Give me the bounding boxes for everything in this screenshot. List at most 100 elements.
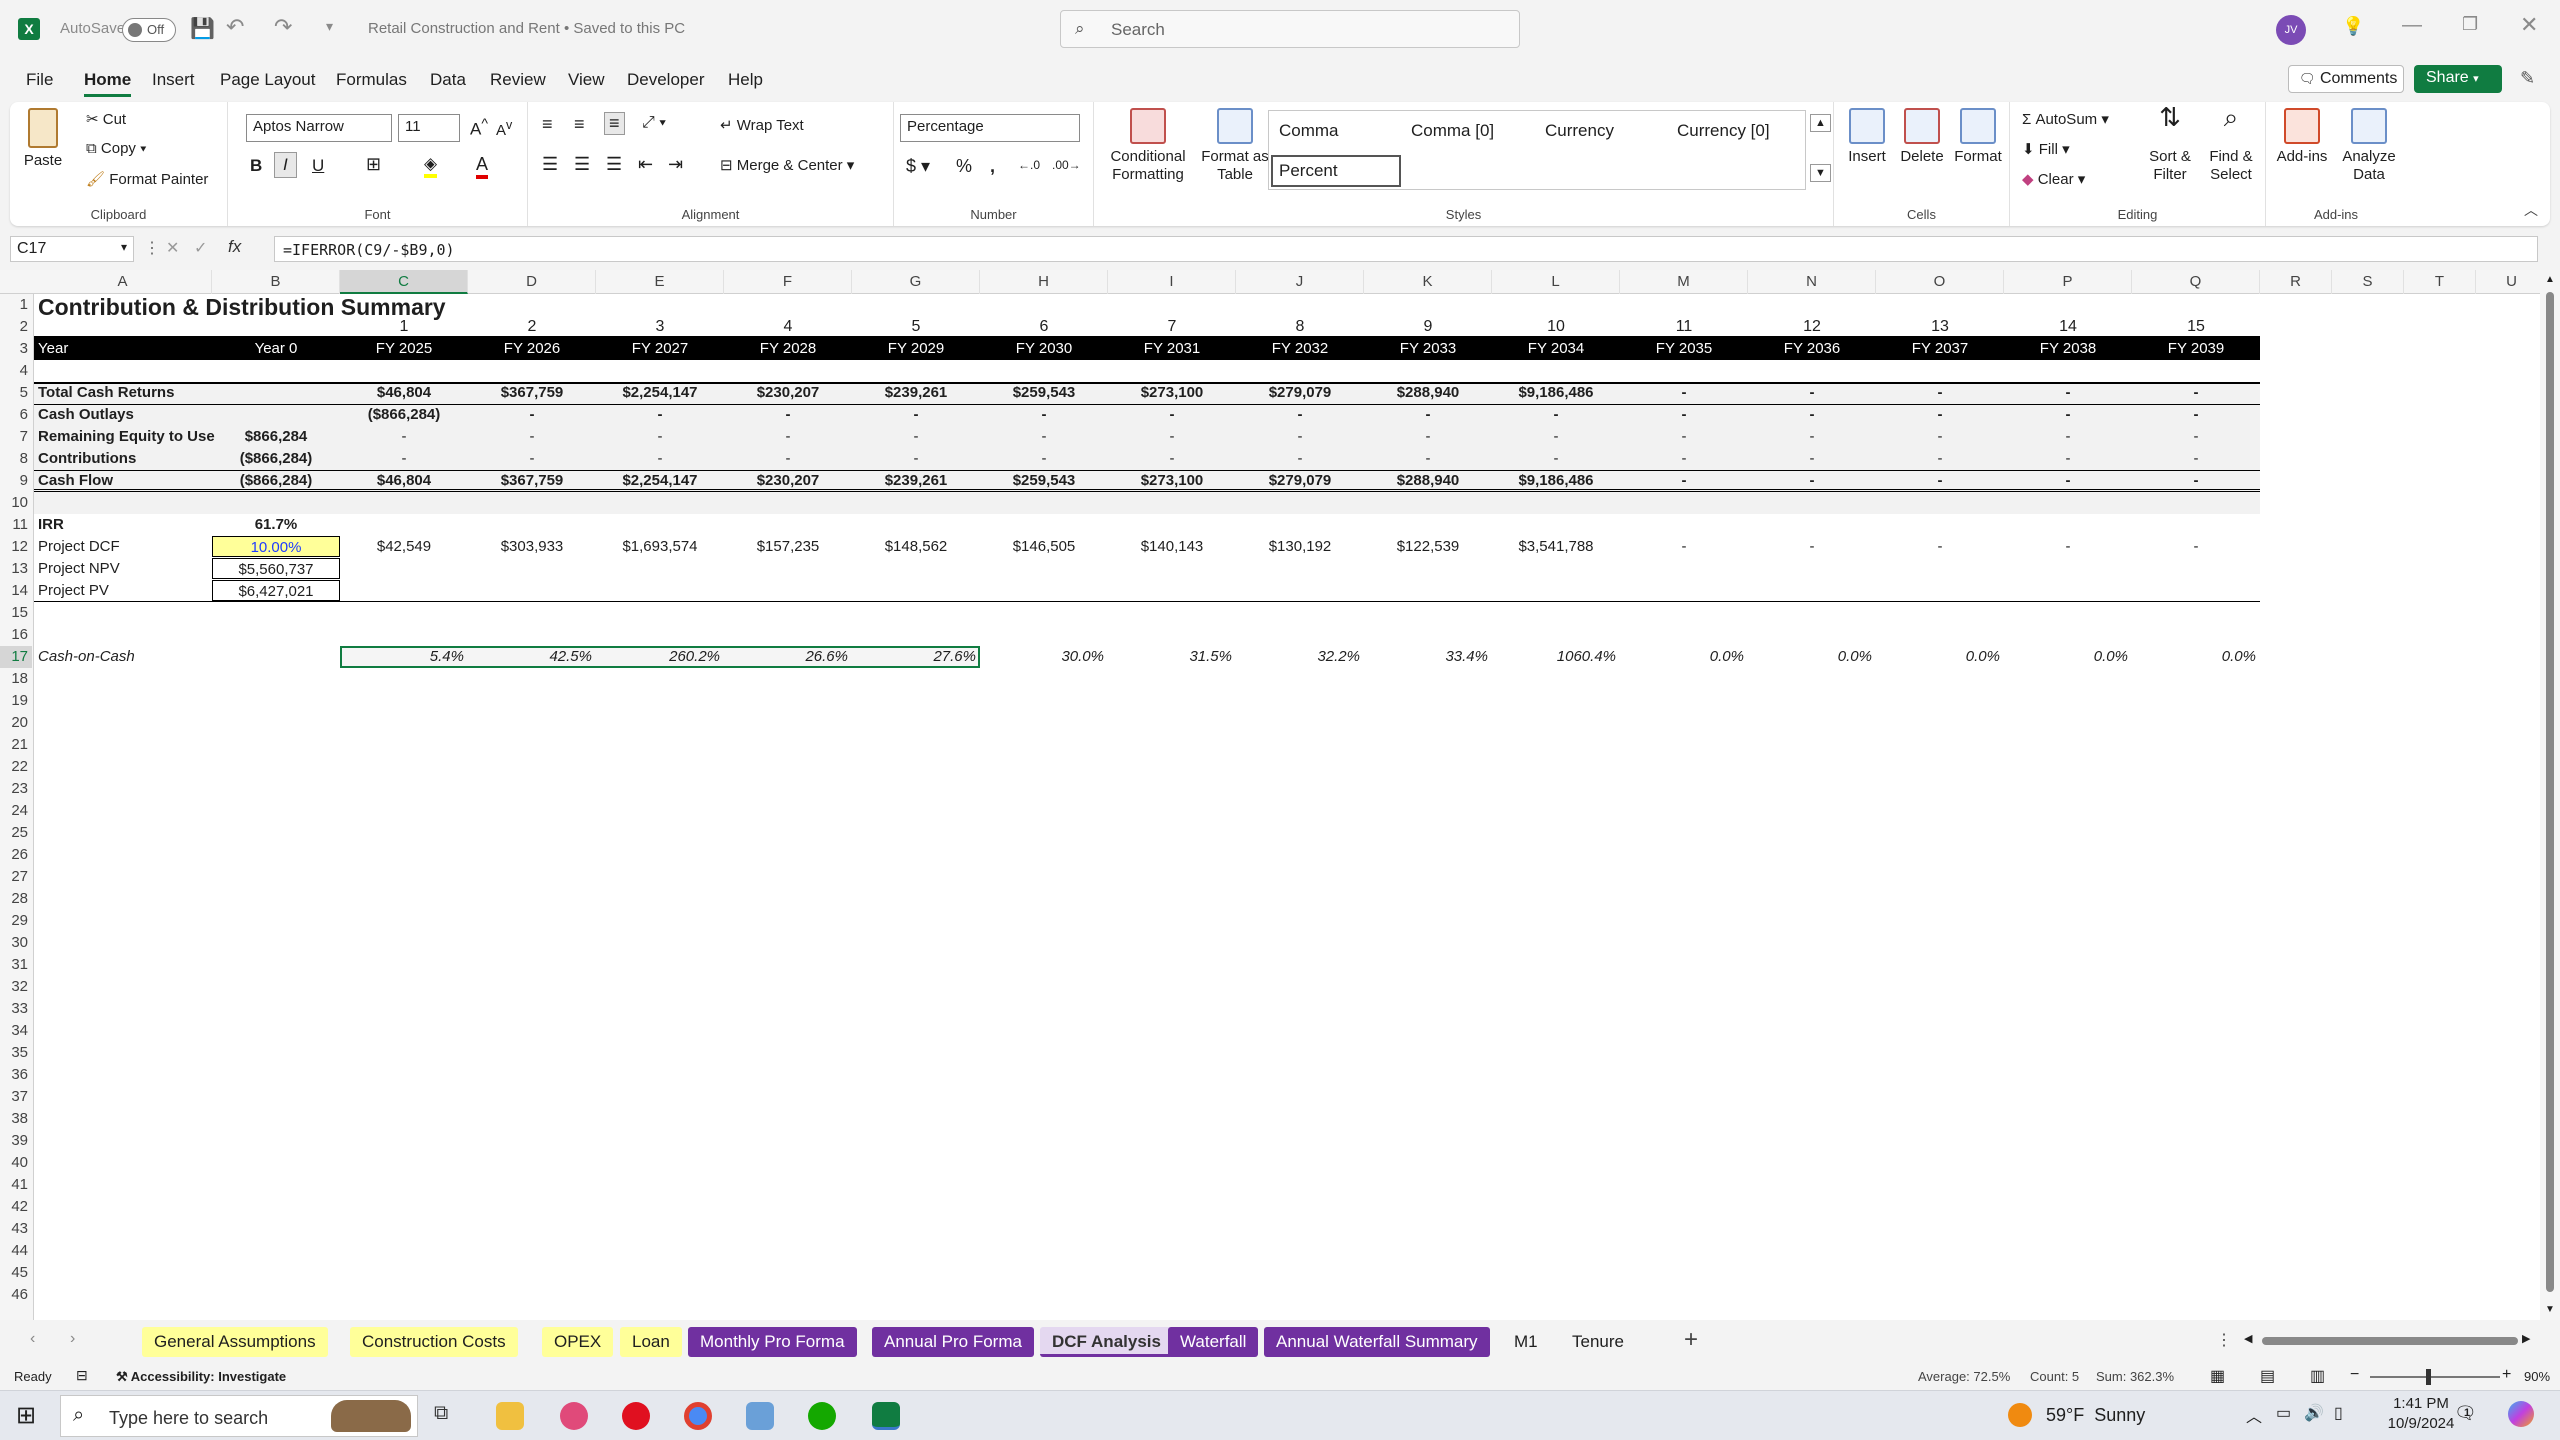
value-cell[interactable]: ($866,284) — [344, 404, 464, 425]
value-cell[interactable]: - — [1368, 404, 1488, 425]
fy-header-cell[interactable]: FY 2036 — [1752, 338, 1872, 359]
row-header-25[interactable]: 25 — [0, 822, 32, 844]
fy-header-cell[interactable]: FY 2030 — [984, 338, 1104, 359]
coc-value-cell[interactable]: 0.0% — [2136, 646, 2256, 667]
menu-developer[interactable]: Developer — [627, 70, 705, 90]
delete-cells-button[interactable]: Delete — [1894, 108, 1950, 166]
tabs-more-icon[interactable]: ⋮ — [2216, 1330, 2232, 1350]
row-label[interactable]: Remaining Equity to Use — [38, 426, 215, 447]
value-cell[interactable]: - — [1496, 426, 1616, 447]
zoom-thumb[interactable] — [2426, 1369, 2431, 1385]
value-cell[interactable]: - — [2136, 404, 2256, 425]
value-cell[interactable]: - — [1880, 404, 2000, 425]
align-middle-icon[interactable]: ≡ — [574, 114, 585, 135]
redo-icon[interactable]: ↷ — [274, 14, 292, 40]
value-cell[interactable]: - — [2008, 382, 2128, 403]
value-cell[interactable]: $367,759 — [472, 382, 592, 403]
prev-sheet-icon[interactable]: ‹ — [30, 1330, 35, 1348]
fy-header-cell[interactable]: FY 2028 — [728, 338, 848, 359]
row-header-19[interactable]: 19 — [0, 690, 32, 712]
column-header-M[interactable]: M — [1620, 270, 1748, 294]
row-header-23[interactable]: 23 — [0, 778, 32, 800]
value-cell[interactable]: - — [1752, 404, 1872, 425]
notepad-icon[interactable] — [746, 1402, 774, 1430]
menu-page-layout[interactable]: Page Layout — [220, 70, 315, 90]
value-cell[interactable]: - — [1880, 448, 2000, 469]
weather-text[interactable]: 59°F Sunny — [2046, 1405, 2145, 1426]
formula-input[interactable]: =IFERROR(C9/-$B9,0) — [274, 236, 2538, 262]
document-title[interactable]: Retail Construction and Rent • Saved to … — [368, 20, 685, 37]
autosum-button[interactable]: Σ AutoSum ▾ — [2022, 110, 2109, 128]
fy-header-cell[interactable]: FY 2039 — [2136, 338, 2256, 359]
dcf-value-cell[interactable]: - — [1752, 536, 1872, 557]
value-cell[interactable]: $279,079 — [1240, 382, 1360, 403]
value-cell[interactable]: - — [728, 426, 848, 447]
underline-button[interactable]: U — [312, 156, 324, 176]
cut-button[interactable]: ✂ Cut — [86, 110, 126, 128]
column-header-C[interactable]: C — [340, 270, 468, 294]
sheet-tab-annual-pro-forma[interactable]: Annual Pro Forma — [872, 1327, 1034, 1357]
fy-header-cell[interactable]: FY 2037 — [1880, 338, 2000, 359]
value-cell[interactable]: $230,207 — [728, 382, 848, 403]
number-format-select[interactable]: Percentage — [900, 114, 1080, 142]
fy-header-cell[interactable]: FY 2027 — [600, 338, 720, 359]
value-cell[interactable]: $273,100 — [1112, 382, 1232, 403]
value-cell[interactable]: $259,543 — [984, 382, 1104, 403]
year-index-cell[interactable]: 5 — [856, 316, 976, 337]
sheet-tab-general-assumptions[interactable]: General Assumptions — [142, 1327, 328, 1357]
snipping-tool-icon[interactable] — [560, 1402, 588, 1430]
merge-center-button[interactable]: ⊟ Merge & Center ▾ — [720, 156, 854, 174]
value-cell[interactable]: - — [1496, 404, 1616, 425]
increase-indent-icon[interactable]: ⇥ — [668, 154, 683, 175]
value-cell[interactable]: - — [1240, 448, 1360, 469]
row-header-20[interactable]: 20 — [0, 712, 32, 734]
fy-header-cell[interactable]: FY 2032 — [1240, 338, 1360, 359]
year-index-cell[interactable]: 7 — [1112, 316, 1232, 337]
value-cell[interactable]: - — [600, 448, 720, 469]
find-select-button[interactable]: ⌕ Find & Select — [2200, 104, 2262, 184]
npv-label[interactable]: Project NPV — [38, 558, 208, 579]
collapse-ribbon-icon[interactable]: ︿ — [2524, 200, 2538, 220]
year-index-cell[interactable]: 9 — [1368, 316, 1488, 337]
dcf-value-cell[interactable]: $140,143 — [1112, 536, 1232, 557]
windows-start-icon[interactable]: ⊞ — [16, 1401, 36, 1430]
cell-styles-gallery[interactable]: Comma Comma [0] Currency Currency [0] Pe… — [1268, 110, 1806, 190]
coc-value-cell[interactable]: 26.6% — [728, 646, 848, 667]
row-label[interactable]: Cash Flow — [38, 470, 208, 491]
column-header-R[interactable]: R — [2260, 270, 2332, 294]
coc-value-cell[interactable]: 42.5% — [472, 646, 592, 667]
analyze-data-button[interactable]: Analyze Data — [2338, 108, 2400, 184]
zoom-slider[interactable] — [2370, 1369, 2500, 1385]
tray-chevron-icon[interactable]: ︿ — [2246, 1403, 2262, 1427]
scroll-right-icon[interactable]: ▶ — [2522, 1332, 2530, 1345]
value-cell[interactable]: - — [984, 426, 1104, 447]
row-header-27[interactable]: 27 — [0, 866, 32, 888]
dcf-label[interactable]: Project DCF — [38, 536, 208, 557]
undo-icon[interactable]: ↶ — [226, 14, 244, 40]
align-right-icon[interactable]: ☰ — [606, 154, 622, 175]
row-header-26[interactable]: 26 — [0, 844, 32, 866]
year0-value[interactable]: $866,284 — [216, 426, 336, 447]
sheet-tab-opex[interactable]: OPEX — [542, 1327, 614, 1357]
value-cell[interactable]: $259,543 — [984, 470, 1104, 491]
column-header-N[interactable]: N — [1748, 270, 1876, 294]
insert-cells-button[interactable]: Insert — [1840, 108, 1894, 166]
row-header-12[interactable]: 12 — [0, 536, 32, 558]
row-header-17[interactable]: 17 — [0, 646, 32, 668]
currency-icon[interactable]: $ ▾ — [906, 156, 930, 177]
font-name-select[interactable]: Aptos Narrow — [246, 114, 392, 142]
value-cell[interactable]: - — [1240, 426, 1360, 447]
page-layout-view-icon[interactable]: ▤ — [2260, 1366, 2275, 1386]
row-header-18[interactable]: 18 — [0, 668, 32, 690]
value-cell[interactable]: $273,100 — [1112, 470, 1232, 491]
zoom-in-icon[interactable]: + — [2502, 1366, 2511, 1384]
close-icon[interactable]: ✕ — [2520, 12, 2538, 38]
confirm-entry-icon[interactable]: ✓ — [194, 238, 207, 258]
column-header-Q[interactable]: Q — [2132, 270, 2260, 294]
fy-header-cell[interactable]: FY 2034 — [1496, 338, 1616, 359]
row-header-6[interactable]: 6 — [0, 404, 32, 426]
sort-filter-button[interactable]: ⇅ Sort & Filter — [2140, 104, 2200, 184]
column-header-J[interactable]: J — [1236, 270, 1364, 294]
sheet-tab-construction-costs[interactable]: Construction Costs — [350, 1327, 518, 1357]
sheet-tab-dcf-analysis[interactable]: DCF Analysis — [1040, 1327, 1173, 1357]
